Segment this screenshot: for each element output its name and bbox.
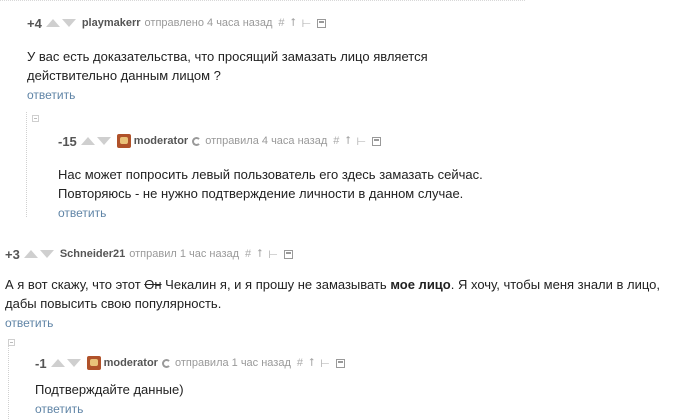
thread-rail — [8, 342, 9, 419]
comment-text: Подтверждайте данные) — [35, 382, 184, 397]
rating: -15 — [58, 133, 77, 149]
comment-text-part: Чекалин я, и я прошу не замазывать — [161, 277, 391, 292]
permalink-icon[interactable]: # — [245, 248, 251, 260]
collapse-toggle[interactable] — [8, 339, 15, 346]
avatar[interactable] — [116, 134, 131, 148]
parent-icon[interactable]: ⭡ — [309, 357, 314, 370]
rating: +3 — [5, 246, 20, 262]
tree-icon[interactable]: ⊢ — [320, 357, 330, 370]
moderator-badge-icon — [161, 358, 171, 368]
comment-header: +3 Schneider21 отправил 1 час назад # ⭡ … — [5, 243, 695, 265]
tree-icon[interactable]: ⊢ — [357, 135, 367, 148]
bold-text: мое лицо — [390, 277, 451, 292]
username[interactable]: moderator — [104, 357, 158, 369]
rating: +4 — [27, 15, 42, 31]
upvote-icon[interactable] — [23, 250, 38, 258]
comment: +3 Schneider21 отправил 1 час назад # ⭡ … — [5, 243, 695, 332]
save-icon[interactable] — [283, 249, 293, 259]
comment-time[interactable]: отправила 4 часа назад — [205, 135, 327, 147]
comment-header: -1 moderator отправила 1 час назад # ⭡ ⊢ — [35, 352, 675, 374]
comment-header: +4 playmakerr отправлено 4 часа назад # … — [27, 12, 677, 34]
collapse-toggle[interactable] — [32, 115, 39, 122]
username[interactable]: moderator — [134, 135, 188, 147]
thread-rail — [26, 112, 27, 217]
comment-time[interactable]: отправил 1 час назад — [129, 248, 239, 260]
reply-link[interactable]: ответить — [27, 88, 75, 102]
parent-icon[interactable]: ⭡ — [345, 135, 350, 148]
comment: -1 moderator отправила 1 час назад # ⭡ ⊢… — [35, 352, 675, 418]
permalink-icon[interactable]: # — [333, 135, 339, 147]
username[interactable]: Schneider21 — [60, 248, 125, 260]
downvote-icon[interactable] — [96, 137, 111, 145]
strikethrough-text: Он — [144, 277, 162, 292]
save-icon[interactable] — [317, 18, 327, 28]
comment: -15 moderator отправила 4 часа назад # ⭡… — [58, 130, 678, 222]
save-icon[interactable] — [372, 136, 382, 146]
comment: +4 playmakerr отправлено 4 часа назад # … — [27, 12, 677, 104]
comment-time[interactable]: отправлено 4 часа назад — [145, 17, 273, 29]
comment-text-part: А я вот скажу, что этот — [5, 277, 145, 292]
username[interactable]: playmakerr — [82, 17, 141, 29]
downvote-icon[interactable] — [61, 19, 76, 27]
upvote-icon[interactable] — [50, 359, 65, 367]
reply-link[interactable]: ответить — [35, 402, 83, 416]
moderator-badge-icon — [192, 136, 202, 146]
parent-icon[interactable]: ⭡ — [257, 248, 262, 261]
comment-text: А я вот скажу, что этот Он Чекалин я, и … — [5, 275, 695, 313]
parent-icon[interactable]: ⭡ — [291, 17, 296, 30]
downvote-icon[interactable] — [66, 359, 81, 367]
avatar[interactable] — [86, 356, 101, 370]
comment-text: Нас может попросить левый пользователь е… — [58, 167, 483, 201]
comment-text: У вас есть доказательства, что просящий … — [27, 49, 428, 83]
comment-header: -15 moderator отправила 4 часа назад # ⭡… — [58, 130, 678, 152]
rating: -1 — [35, 355, 47, 371]
reply-link[interactable]: ответить — [5, 316, 53, 330]
permalink-icon[interactable]: # — [297, 357, 303, 369]
top-separator — [0, 0, 525, 1]
permalink-icon[interactable]: # — [278, 17, 284, 29]
upvote-icon[interactable] — [80, 137, 95, 145]
tree-icon[interactable]: ⊢ — [268, 248, 278, 261]
save-icon[interactable] — [335, 358, 345, 368]
downvote-icon[interactable] — [39, 250, 54, 258]
tree-icon[interactable]: ⊢ — [302, 17, 312, 30]
upvote-icon[interactable] — [45, 19, 60, 27]
reply-link[interactable]: ответить — [58, 206, 106, 220]
comment-time[interactable]: отправила 1 час назад — [175, 357, 291, 369]
